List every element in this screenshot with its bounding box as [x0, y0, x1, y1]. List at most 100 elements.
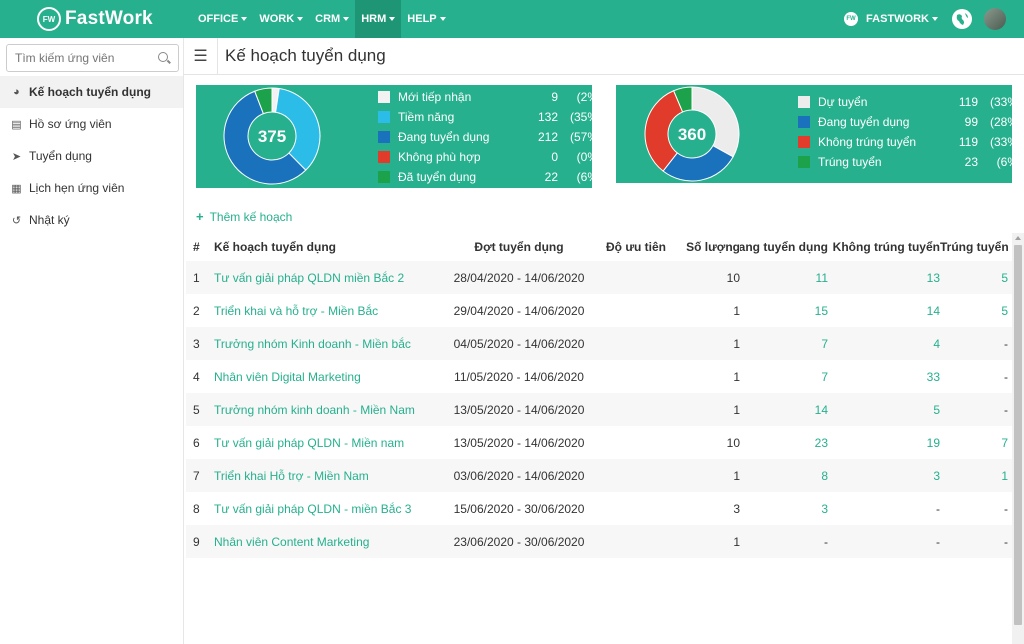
chevron-down-icon [343, 17, 350, 21]
org-switcher[interactable]: FASTWORK [866, 13, 938, 25]
plan-name-link[interactable]: Tư vấn giải pháp QLDN - miền Bắc 3 [208, 492, 440, 525]
legend-swatch [378, 91, 390, 103]
row-ongoing-link[interactable]: 11 [740, 261, 828, 294]
row-ongoing-link[interactable]: 14 [740, 393, 828, 426]
table-row[interactable]: 2 Triển khai và hỗ trợ - Miền Bắc 29/04/20… [186, 294, 1012, 327]
table-row[interactable]: 3 Trưởng nhóm Kinh doanh - Miền bắc 04/05/… [186, 327, 1012, 360]
row-not-passed-link[interactable]: 13 [828, 261, 940, 294]
row-passed-link[interactable]: 1 [940, 459, 1012, 492]
row-priority [598, 327, 674, 360]
row-ongoing-link[interactable]: 3 [740, 492, 828, 525]
row-index: 2 [193, 303, 200, 318]
col-period[interactable]: Đợt tuyển dụng [440, 233, 598, 261]
nav-item-hrm[interactable]: HRM [355, 0, 402, 38]
sidebar-item-1[interactable]: ▤ Hồ sơ ứng viên [0, 108, 183, 140]
row-quantity: 10 [726, 435, 740, 450]
legend-label: Đã tuyển dụng [398, 170, 477, 184]
row-index: 1 [186, 261, 208, 294]
legend-percent: (57%) [569, 130, 602, 144]
sidebar-item-3[interactable]: ▦ Lịch hẹn ứng viên [0, 172, 183, 204]
table-row[interactable]: 9 Nhân viên Content Marketing 23/06/2020 -… [186, 525, 1012, 558]
plan-name-link[interactable]: Nhân viên Digital Marketing [208, 360, 440, 393]
sidebar-item-4[interactable]: ↺ Nhật ký [0, 204, 183, 236]
scroll-up-icon[interactable] [1015, 236, 1021, 240]
plan-name-link[interactable]: Triển khai Hỗ trợ - Miền Nam [208, 459, 440, 492]
col-ongoing[interactable]: Đang tuyển dụng [740, 233, 828, 261]
nav-item-help[interactable]: HELP [401, 0, 451, 38]
search-input[interactable] [15, 51, 155, 65]
row-not-passed-link[interactable]: 5 [828, 393, 940, 426]
row-passed-link[interactable]: 5 [940, 261, 1012, 294]
sidebar-item-2[interactable]: ➤ Tuyển dụng [0, 140, 183, 172]
row-passed-link[interactable]: 7 [940, 426, 1012, 459]
user-avatar[interactable] [984, 8, 1006, 30]
plan-name-link[interactable]: Tư vấn giải pháp QLDN - Miền nam [208, 426, 440, 459]
candidate-search[interactable] [6, 44, 179, 72]
chevron-down-icon [389, 17, 396, 21]
legend-item[interactable]: Dự tuyển 119 (33%) [798, 92, 1022, 112]
legend-item[interactable]: Không phù hợp 0 (0%) [378, 147, 602, 167]
legend-item[interactable]: Mới tiếp nhận 9 (2%) [378, 87, 602, 107]
row-passed-link: - [1004, 369, 1008, 384]
sidebar: ◕ Kế hoạch tuyển dụng ▤ Hồ sơ ứng viên ➤ Tuyể… [0, 38, 184, 644]
scroll-thumb[interactable] [1014, 245, 1022, 625]
legend-label: Mới tiếp nhận [398, 90, 472, 104]
add-plan-button[interactable]: + Thêm kế hoạch [196, 209, 292, 224]
legend-count: 22 [544, 170, 558, 184]
row-not-passed-link[interactable]: 3 [828, 459, 940, 492]
app-logo[interactable]: FW FastWork [37, 7, 187, 31]
table-row[interactable]: 6 Tư vấn giải pháp QLDN - Miền nam 13/05/2… [186, 426, 1012, 459]
row-not-passed-link[interactable]: 4 [828, 327, 940, 360]
hamburger-icon[interactable]: ☰ [184, 37, 218, 75]
legend-swatch [378, 111, 390, 123]
nav-item-crm[interactable]: CRM [309, 0, 355, 38]
table-row[interactable]: 4 Nhân viên Digital Marketing 11/05/2020 -… [186, 360, 1012, 393]
legend-label: Dự tuyển [818, 95, 868, 109]
candidate-status-legend: Dự tuyển 119 (33%) Đang tuyển dụng 99 (28%) Kh… [798, 92, 1022, 172]
table-scrollbar[interactable] [1012, 233, 1024, 644]
legend-count: 119 [958, 95, 978, 109]
legend-item[interactable]: Đã tuyển dụng 22 (6%) [378, 167, 602, 187]
col-not-passed[interactable]: Không trúng tuyển [828, 233, 940, 261]
col-plan-name[interactable]: Kế hoạch tuyển dụng [208, 233, 440, 261]
globe-icon[interactable] [952, 9, 972, 29]
row-passed-link[interactable]: 5 [940, 294, 1012, 327]
row-not-passed-link[interactable]: 19 [828, 426, 940, 459]
table-row[interactable]: 8 Tư vấn giải pháp QLDN - miền Bắc 3 15/06… [186, 492, 1012, 525]
plan-name-link[interactable]: Trưởng nhóm Kinh doanh - Miền bắc [208, 327, 440, 360]
row-ongoing-link[interactable]: 15 [740, 294, 828, 327]
legend-item[interactable]: Tiềm năng 132 (35%) [378, 107, 602, 127]
col-priority[interactable]: Độ ưu tiên [598, 233, 674, 261]
legend-item[interactable]: Trúng tuyển 23 (6%) [798, 152, 1022, 172]
legend-label: Không trúng tuyển [818, 135, 917, 149]
row-ongoing-link[interactable]: 8 [740, 459, 828, 492]
sidebar-item-0[interactable]: ◕ Kế hoạch tuyển dụng [0, 76, 183, 108]
search-icon[interactable] [158, 52, 168, 62]
table-row[interactable]: 5 Trưởng nhóm kinh doanh - Miền Nam 13/05/… [186, 393, 1012, 426]
plan-name-link[interactable]: Nhân viên Content Marketing [208, 525, 440, 558]
legend-count: 9 [551, 90, 558, 104]
legend-item[interactable]: Đang tuyển dụng 212 (57%) [378, 127, 602, 147]
col-passed[interactable]: Trúng tuyển [940, 233, 1012, 261]
nav-item-label: CRM [315, 13, 341, 25]
table-row[interactable]: 7 Triển khai Hỗ trợ - Miền Nam 03/06/2020 … [186, 459, 1012, 492]
page-title: Kế hoạch tuyển dụng [225, 46, 386, 65]
row-period: 29/04/2020 - 14/06/2020 [453, 303, 585, 318]
row-ongoing-link[interactable]: 23 [740, 426, 828, 459]
row-ongoing-link[interactable]: 7 [740, 327, 828, 360]
nav-item-office[interactable]: OFFICE [192, 0, 253, 38]
plan-name-link[interactable]: Triển khai và hỗ trợ - Miền Bắc [208, 294, 440, 327]
plan-name-link[interactable]: Tư vấn giải pháp QLDN miền Bắc 2 [208, 261, 440, 294]
legend-item[interactable]: Đang tuyển dụng 99 (28%) [798, 112, 1022, 132]
col-quantity[interactable]: Số lượng [674, 233, 740, 261]
table-row[interactable]: 1 Tư vấn giải pháp QLDN miền Bắc 2 28/04/2… [186, 261, 1012, 294]
plan-name-link[interactable]: Trưởng nhóm kinh doanh - Miền Nam [208, 393, 440, 426]
candidate-status-slice-0[interactable] [691, 86, 740, 158]
row-not-passed-link[interactable]: 14 [828, 294, 940, 327]
row-not-passed-link[interactable]: 33 [828, 360, 940, 393]
legend-label: Không phù hợp [398, 150, 481, 164]
legend-item[interactable]: Không trúng tuyển 119 (33%) [798, 132, 1022, 152]
row-ongoing-link[interactable]: 7 [740, 360, 828, 393]
nav-item-work[interactable]: WORK [253, 0, 309, 38]
plan-status-legend: Mới tiếp nhận 9 (2%) Tiềm năng 132 (35%) Đang … [378, 87, 602, 187]
